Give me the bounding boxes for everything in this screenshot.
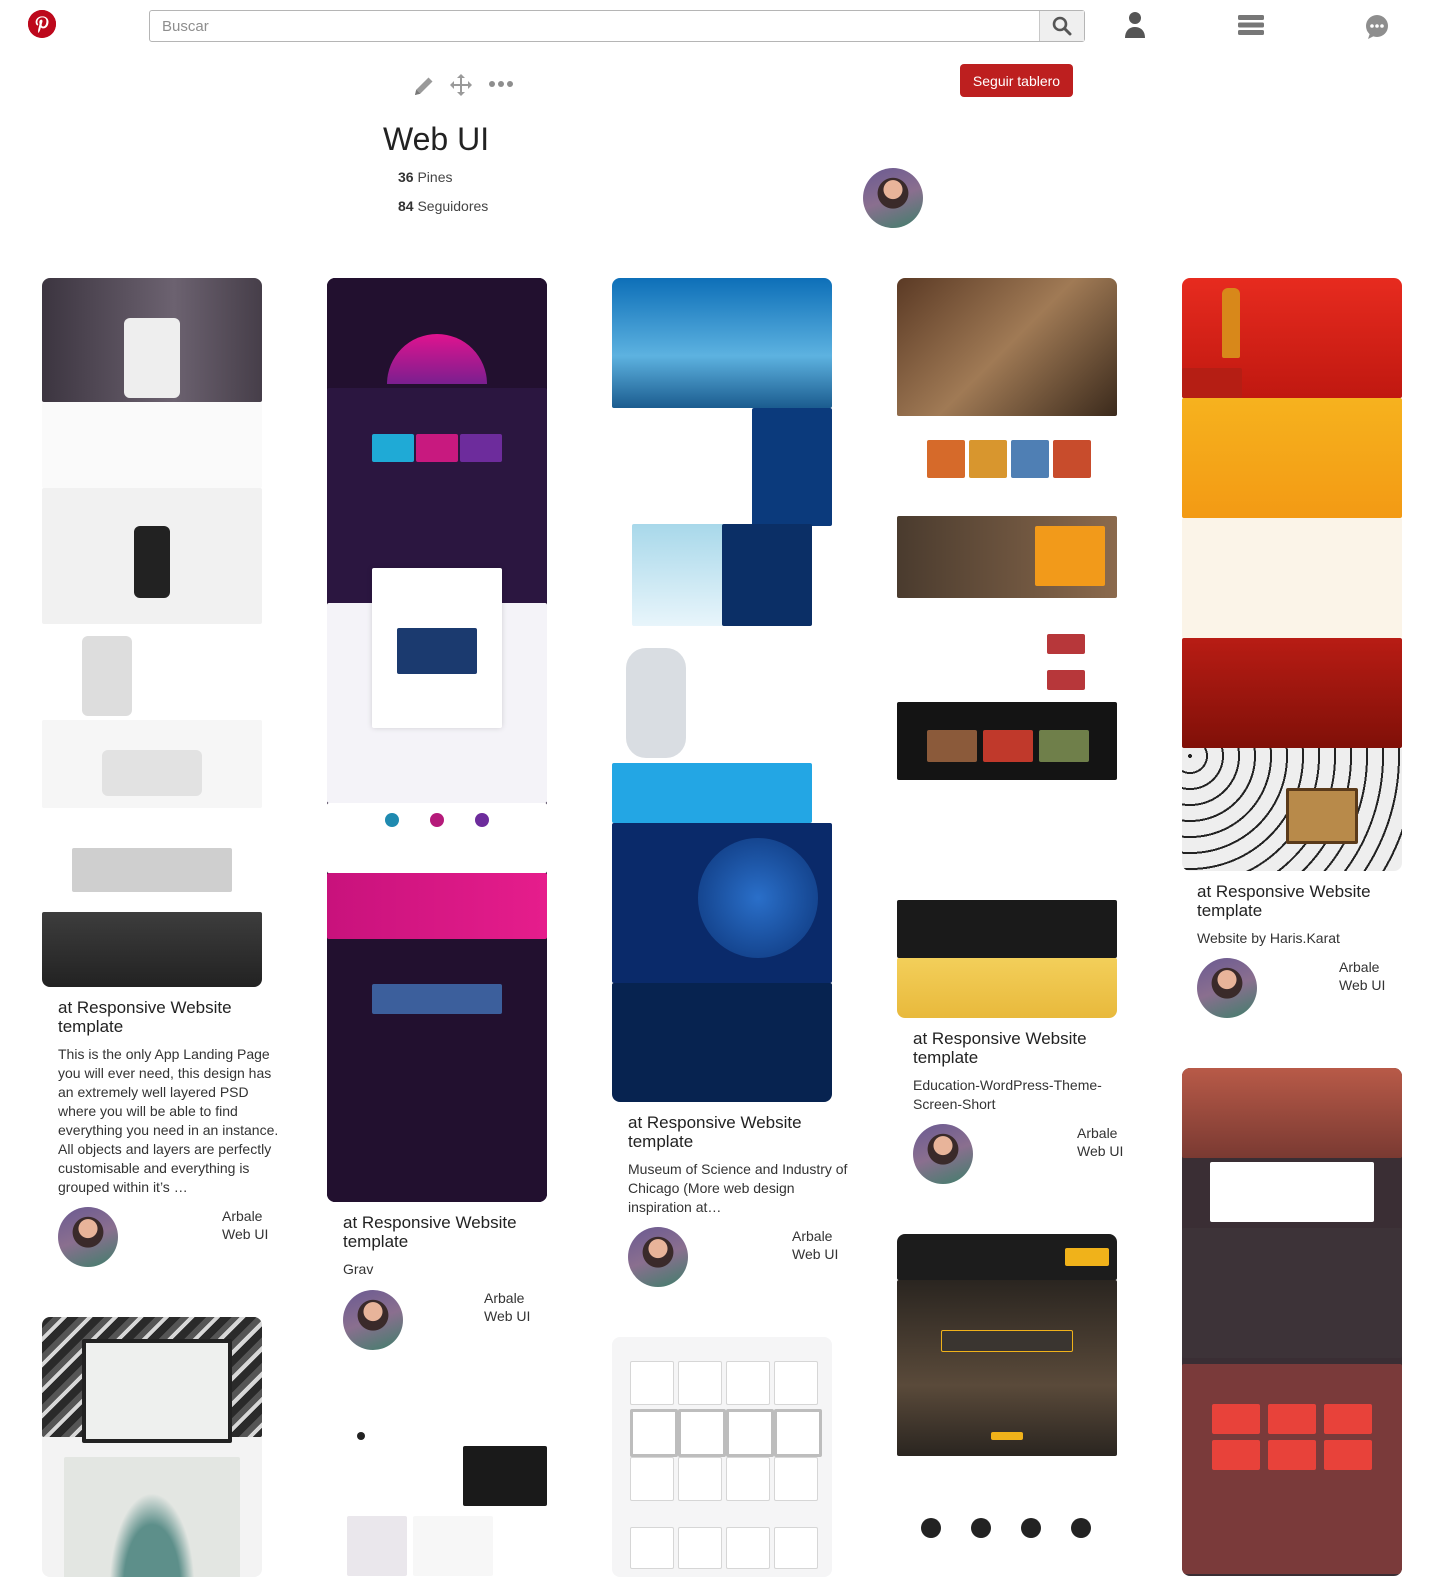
pin-image-6[interactable] xyxy=(42,1317,262,1577)
search-icon xyxy=(1052,16,1072,36)
board-title: Web UI xyxy=(383,121,490,157)
edit-icon[interactable] xyxy=(410,72,438,100)
user-icon[interactable] xyxy=(1120,10,1150,40)
pin-image-3[interactable] xyxy=(612,278,832,1102)
search-button[interactable] xyxy=(1039,11,1084,41)
pin-description-2: Grav xyxy=(343,1261,374,1277)
pinterest-logo-icon[interactable] xyxy=(28,10,56,38)
followers-count-label: Seguidores xyxy=(417,198,489,214)
pins-count-label: Pines xyxy=(417,169,453,185)
pin-image-10[interactable] xyxy=(1182,1068,1402,1576)
search-input[interactable] xyxy=(150,11,1040,41)
pin-user-4[interactable]: Arbale Web UI xyxy=(1077,1124,1127,1160)
pin-title-3[interactable]: at Responsive Website template xyxy=(628,1113,848,1151)
pin-image-9[interactable] xyxy=(897,1234,1117,1574)
pin-title-4[interactable]: at Responsive Website template xyxy=(913,1029,1133,1067)
more-icon[interactable] xyxy=(486,76,516,92)
follow-board-button[interactable]: Seguir tablero xyxy=(960,64,1073,97)
move-icon[interactable] xyxy=(448,72,474,98)
chat-icon[interactable] xyxy=(1362,12,1392,42)
pin-avatar-1[interactable] xyxy=(58,1207,118,1267)
search-bar xyxy=(149,10,1085,42)
pin-image-4[interactable] xyxy=(897,278,1117,1018)
pin-avatar-2[interactable] xyxy=(343,1290,403,1350)
pin-description-1: This is the only App Landing Page you wi… xyxy=(58,1046,279,1195)
pin-title-1[interactable]: at Responsive Website template xyxy=(58,998,278,1036)
pin-title-2[interactable]: at Responsive Website template xyxy=(343,1213,563,1251)
pin-avatar-3[interactable] xyxy=(628,1227,688,1287)
pin-user-5[interactable]: Arbale Web UI xyxy=(1339,958,1389,994)
pin-description-3: Museum of Science and Industry of Chicag… xyxy=(628,1161,848,1215)
pin-image-2[interactable] xyxy=(327,278,547,1202)
pin-image-8[interactable] xyxy=(612,1337,832,1577)
followers-count[interactable]: 84 Seguidores xyxy=(398,198,488,214)
pin-image-7[interactable] xyxy=(327,1406,547,1576)
pin-image-5[interactable] xyxy=(1182,278,1402,871)
pin-description-5: Website by Haris.Karat xyxy=(1197,930,1340,946)
pin-description-4: Education-WordPress-Theme-Screen-Short xyxy=(913,1077,1102,1112)
pins-count-number: 36 xyxy=(398,169,414,185)
followers-count-number: 84 xyxy=(398,198,414,214)
pin-title-5[interactable]: at Responsive Website template xyxy=(1197,882,1417,920)
pin-avatar-5[interactable] xyxy=(1197,958,1257,1018)
pin-user-3[interactable]: Arbale Web UI xyxy=(792,1227,842,1263)
board-owner-avatar[interactable] xyxy=(863,168,923,228)
pins-count[interactable]: 36 Pines xyxy=(398,169,453,185)
menu-icon[interactable] xyxy=(1236,10,1266,40)
pin-user-2[interactable]: Arbale Web UI xyxy=(484,1289,534,1325)
pin-avatar-4[interactable] xyxy=(913,1124,973,1184)
pin-image-1[interactable] xyxy=(42,278,262,987)
pin-user-1[interactable]: Arbale Web UI xyxy=(222,1207,272,1243)
